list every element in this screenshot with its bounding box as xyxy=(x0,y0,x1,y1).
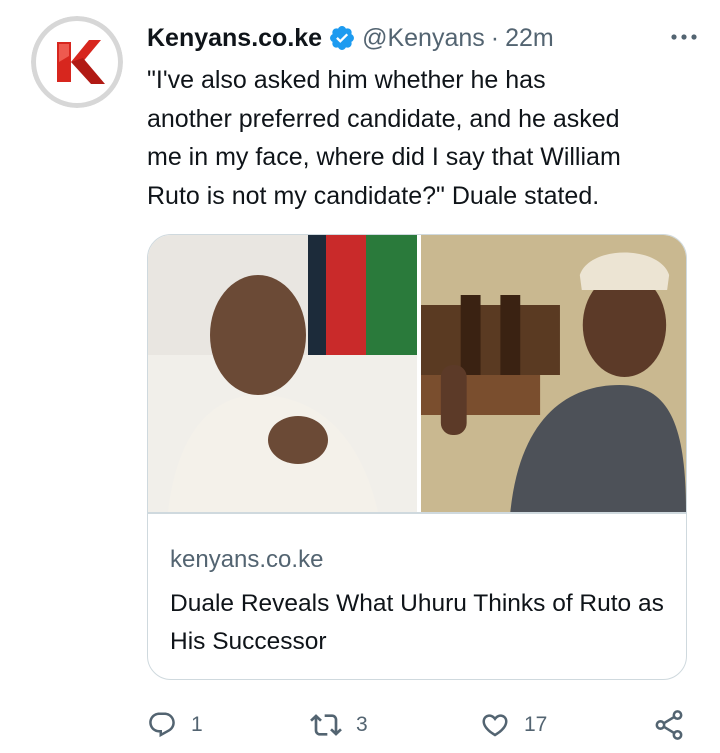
share-button[interactable] xyxy=(652,705,686,745)
like-count: 17 xyxy=(524,713,548,736)
more-options-button[interactable] xyxy=(664,22,704,52)
card-image xyxy=(148,235,686,512)
header-separator: · xyxy=(490,23,500,52)
tweet-text: "I've also asked him whether he has anot… xyxy=(147,66,621,210)
reply-icon xyxy=(149,712,175,738)
card-photo-left xyxy=(148,235,417,512)
tweet-timestamp[interactable]: 22m xyxy=(505,24,554,53)
link-card[interactable]: kenyans.co.ke Duale Reveals What Uhuru T… xyxy=(147,234,687,680)
more-dots-icon xyxy=(671,34,697,40)
verified-badge-icon xyxy=(328,24,356,52)
tweet-actions: 1 3 17 xyxy=(147,705,702,745)
retweet-count: 3 xyxy=(356,713,368,736)
reply-button[interactable]: 1 xyxy=(147,705,203,745)
share-icon xyxy=(655,710,683,740)
retweet-icon xyxy=(310,714,342,736)
heart-icon xyxy=(482,714,508,737)
tweet-header: Kenyans.co.ke @Kenyans · 22m xyxy=(147,20,700,56)
author-handle[interactable]: @Kenyans xyxy=(362,24,485,53)
like-button[interactable]: 17 xyxy=(480,705,547,745)
author-display-name[interactable]: Kenyans.co.ke xyxy=(147,24,322,53)
retweet-button[interactable]: 3 xyxy=(310,705,368,745)
card-domain: kenyans.co.ke xyxy=(170,546,324,573)
card-title: Duale Reveals What Uhuru Thinks of Ruto … xyxy=(170,590,664,655)
author-avatar[interactable] xyxy=(31,16,123,108)
kenyans-logo-icon xyxy=(31,16,123,108)
reply-count: 1 xyxy=(191,713,203,736)
card-photo-right xyxy=(421,235,686,512)
